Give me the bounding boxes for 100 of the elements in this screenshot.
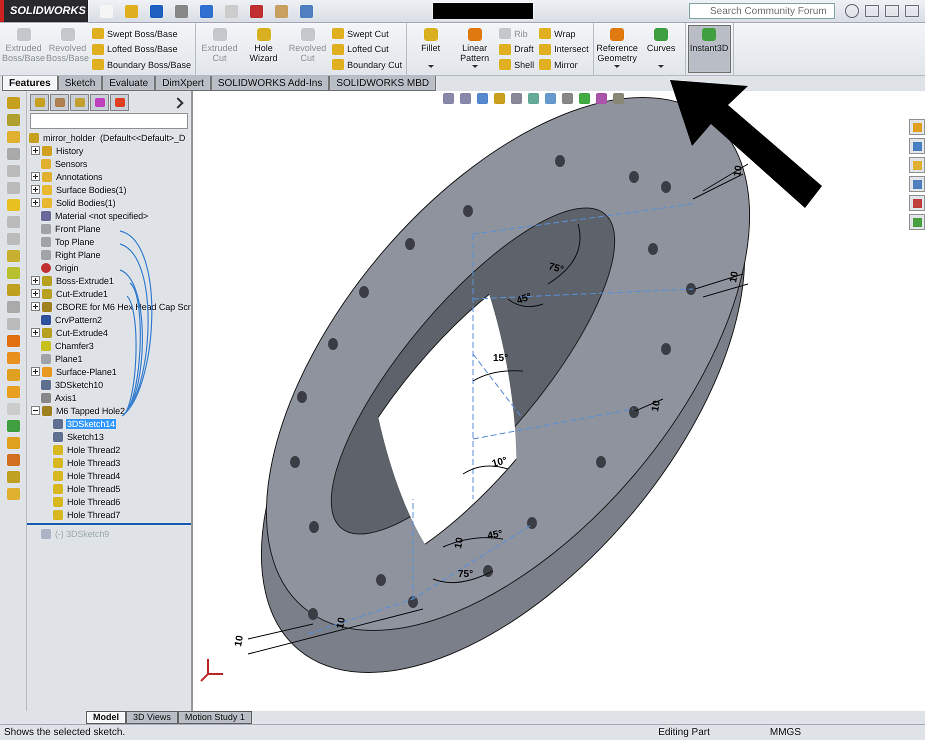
caret-icon[interactable] xyxy=(428,65,434,68)
tree-item[interactable]: Hole Thread5 xyxy=(66,484,122,494)
view-tab[interactable]: 3D Views xyxy=(126,711,178,724)
tool-icon[interactable] xyxy=(6,267,20,279)
ribbon-tab[interactable]: Sketch xyxy=(58,76,102,91)
ribbon-button[interactable]: Boundary Boss/Base xyxy=(92,57,192,72)
tree-item[interactable]: Cut-Extrude1 xyxy=(55,288,109,298)
tree-item[interactable]: Cut-Extrude4 xyxy=(55,328,109,338)
dimension-label[interactable]: 10 xyxy=(732,164,745,178)
view-tool-icon[interactable] xyxy=(477,93,488,104)
tool-icon[interactable] xyxy=(6,233,20,245)
caret-icon[interactable] xyxy=(472,65,478,68)
caret-icon[interactable] xyxy=(614,65,620,68)
ribbon-button[interactable]: Hole Wizard xyxy=(242,25,286,73)
ribbon-button[interactable]: Lofted Cut xyxy=(332,42,402,56)
caret-icon[interactable] xyxy=(658,65,664,68)
view-tool-icon[interactable] xyxy=(613,93,624,104)
close-icon[interactable] xyxy=(905,5,919,17)
dimension-label[interactable]: 10 xyxy=(728,270,741,284)
toolbar-icon[interactable] xyxy=(175,4,188,18)
expand-icon[interactable] xyxy=(31,289,40,298)
tool-icon[interactable] xyxy=(6,165,20,177)
ribbon-button[interactable]: Curves xyxy=(640,25,683,73)
tool-icon[interactable] xyxy=(6,182,20,194)
tool-icon[interactable] xyxy=(6,250,20,262)
task-pane-tab[interactable] xyxy=(909,119,925,135)
tree-item[interactable]: Top Plane xyxy=(54,236,96,246)
tree-item[interactable]: Hole Thread6 xyxy=(66,496,122,506)
toolbar-icon[interactable] xyxy=(200,4,213,18)
panel-tab[interactable] xyxy=(50,94,69,111)
units-indicator[interactable]: MMGS xyxy=(770,727,801,738)
ribbon-tab[interactable]: SOLIDWORKS MBD xyxy=(329,76,436,91)
restore-icon[interactable] xyxy=(885,5,899,17)
tree-item[interactable]: Axis1 xyxy=(54,392,78,402)
tree-item[interactable]: Chamfer3 xyxy=(54,340,95,350)
tree-item[interactable]: Plane1 xyxy=(54,354,84,364)
collapse-icon[interactable] xyxy=(31,406,40,415)
toolbar-icon[interactable] xyxy=(300,4,313,18)
tree-item[interactable]: Surface-Plane1 xyxy=(55,366,118,376)
tool-icon[interactable] xyxy=(6,216,20,228)
tool-icon[interactable] xyxy=(6,454,20,466)
ribbon-button[interactable]: Swept Boss/Base xyxy=(92,26,192,41)
tool-icon[interactable] xyxy=(6,369,20,381)
help-icon[interactable] xyxy=(845,4,859,18)
tree-item[interactable]: Hole Thread2 xyxy=(66,444,122,454)
ribbon-button[interactable]: Instant3D xyxy=(688,25,731,73)
view-tool-icon[interactable] xyxy=(579,93,590,104)
tree-item[interactable]: M6 Tapped Hole2 xyxy=(55,406,126,416)
ribbon-button[interactable]: Swept Cut xyxy=(332,26,402,41)
view-tab[interactable]: Motion Study 1 xyxy=(178,711,252,724)
tree-item[interactable]: 3DSketch10 xyxy=(54,380,104,390)
view-tool-icon[interactable] xyxy=(562,93,573,104)
tree-item[interactable]: CrvPattern2 xyxy=(54,314,103,324)
expand-icon[interactable] xyxy=(31,276,40,285)
view-tab[interactable]: Model xyxy=(86,711,126,724)
dimension-label[interactable]: 45° xyxy=(486,528,504,542)
view-tool-icon[interactable] xyxy=(460,93,471,104)
expand-icon[interactable] xyxy=(31,146,40,155)
ribbon-tab[interactable]: SOLIDWORKS Add-Ins xyxy=(210,76,330,91)
view-tool-icon[interactable] xyxy=(443,93,454,104)
ribbon-button[interactable]: Boundary Cut xyxy=(332,57,402,72)
panel-tab[interactable] xyxy=(110,94,129,111)
tree-item[interactable]: History xyxy=(55,146,84,156)
view-tool-icon[interactable] xyxy=(494,93,505,104)
ribbon-button[interactable]: Intersect xyxy=(539,42,589,56)
tree-item[interactable]: Right Plane xyxy=(54,250,102,260)
expand-icon[interactable] xyxy=(31,198,40,207)
filter-field[interactable] xyxy=(30,113,188,129)
tool-icon[interactable] xyxy=(6,97,20,109)
toolbar-icon[interactable] xyxy=(150,4,163,18)
tree-item[interactable]: Sensors xyxy=(54,158,88,168)
tool-icon[interactable] xyxy=(6,335,20,347)
task-pane-tab[interactable] xyxy=(909,195,925,211)
minimize-icon[interactable] xyxy=(865,5,879,17)
expand-icon[interactable] xyxy=(31,172,40,181)
dimension-label[interactable]: 10° xyxy=(490,455,508,470)
tree-item[interactable]: Boss-Extrude1 xyxy=(55,276,115,286)
tool-icon[interactable] xyxy=(6,199,20,211)
dimension-label[interactable]: 10 xyxy=(233,634,246,648)
tree-item[interactable]: Hole Thread4 xyxy=(66,470,122,480)
task-pane-tab[interactable] xyxy=(909,214,925,230)
ribbon-tab[interactable]: Evaluate xyxy=(102,76,156,91)
panel-tab[interactable] xyxy=(30,94,49,111)
expand-icon[interactable] xyxy=(31,302,40,311)
view-tool-icon[interactable] xyxy=(545,93,556,104)
ribbon-button[interactable]: Fillet xyxy=(409,25,452,73)
tool-icon[interactable] xyxy=(6,386,20,398)
dimension-label[interactable]: 10 xyxy=(335,616,348,630)
tree-item[interactable]: mirror_holder (Default<<Default>_D xyxy=(42,132,186,142)
tool-icon[interactable] xyxy=(6,148,20,160)
tool-icon[interactable] xyxy=(6,488,20,500)
panel-tab[interactable] xyxy=(70,94,89,111)
ribbon-button[interactable]: Shell xyxy=(499,57,534,72)
task-pane-tab[interactable] xyxy=(909,176,925,192)
tree-item[interactable]: Solid Bodies(1) xyxy=(55,198,117,208)
tool-icon[interactable] xyxy=(6,114,20,126)
tree-item[interactable]: Sketch13 xyxy=(66,432,105,442)
task-pane-tab[interactable] xyxy=(909,157,925,173)
ribbon-button[interactable]: Linear Pattern xyxy=(453,25,496,73)
task-pane-tab[interactable] xyxy=(909,138,925,154)
